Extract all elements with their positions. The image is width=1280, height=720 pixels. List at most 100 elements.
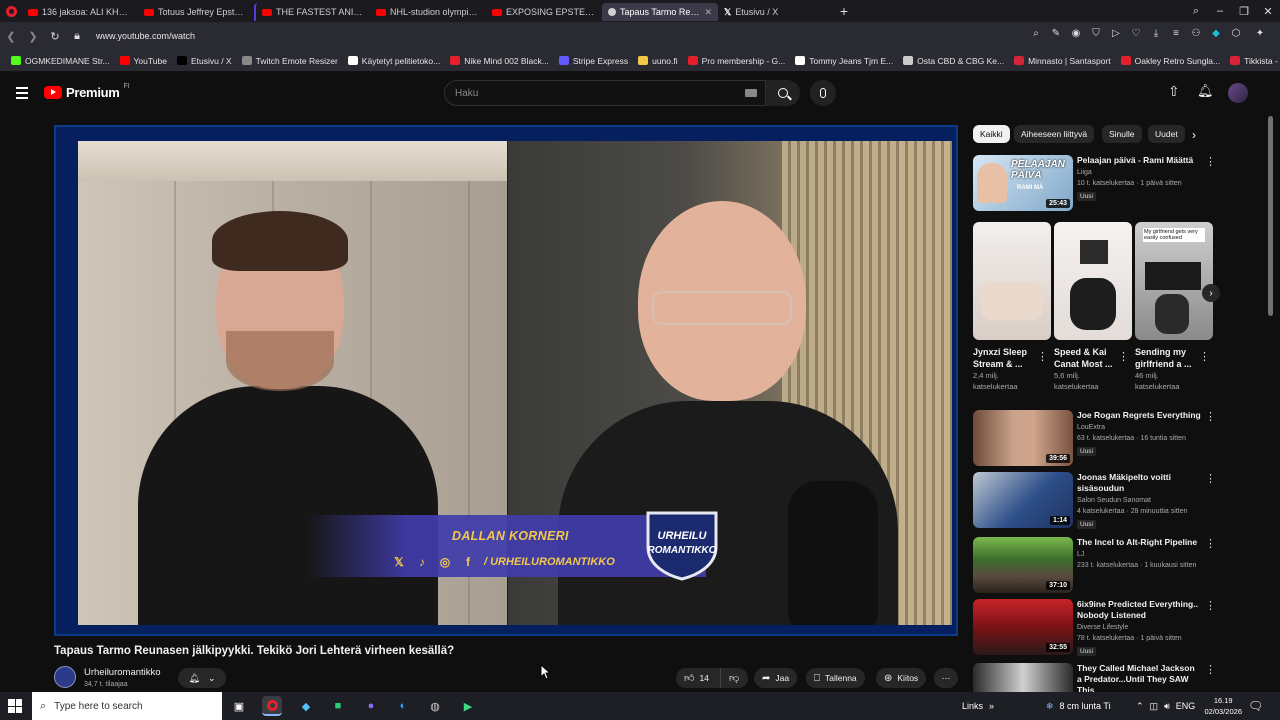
- recommendation-channel[interactable]: Salon Seudun Sanomat: [1077, 497, 1151, 504]
- language-indicator[interactable]: ENG: [1176, 701, 1196, 711]
- menu-icon[interactable]: ≡: [1170, 28, 1182, 42]
- person-icon[interactable]: ⚇: [1190, 28, 1202, 42]
- chevron-up-icon[interactable]: ⌃: [1136, 701, 1144, 712]
- like-button[interactable]: 👍︎ 14: [676, 668, 720, 688]
- recommendation-item[interactable]: 39:56 Joe Rogan Regrets Everything LouEx…: [973, 408, 1221, 468]
- forward-icon[interactable]: ❯: [22, 30, 44, 43]
- channel-name[interactable]: Urheiluromantikko: [84, 667, 161, 678]
- short-thumbnail[interactable]: [1054, 222, 1132, 340]
- short-item[interactable]: Jynxzi Sleep Stream & ... 2,4 milj. kats…: [973, 222, 1051, 392]
- short-thumbnail[interactable]: [973, 222, 1051, 340]
- recommendation-title[interactable]: Joe Rogan Regrets Everything: [1077, 410, 1201, 421]
- browser-tab-active[interactable]: Tapaus Tarmo Reunai ✕: [602, 3, 718, 21]
- discord-icon[interactable]: ●: [361, 696, 381, 716]
- minimize-icon[interactable]: –: [1208, 5, 1232, 17]
- shield-icon[interactable]: ⛉: [1090, 28, 1102, 42]
- bookmark-item[interactable]: Tommy Jeans Tjm E...: [790, 56, 898, 66]
- subscribed-bell-button[interactable]: 🔔︎ ⌄: [178, 668, 226, 688]
- video-thumbnail[interactable]: 1:14: [973, 472, 1073, 528]
- play-icon[interactable]: ▷: [1110, 28, 1122, 42]
- browser-tab[interactable]: THE FASTEST ANIMATRON: [254, 3, 370, 21]
- recommendation-title[interactable]: Pelaajan päivä - Rami Määttä: [1077, 155, 1201, 166]
- bookmark-item[interactable]: Stripe Express: [554, 56, 633, 66]
- recommendation-title[interactable]: They Called Michael Jackson a Predator..…: [1077, 663, 1201, 692]
- recommendation-channel[interactable]: Diverse Lifestyle: [1077, 624, 1128, 631]
- recommendation-item[interactable]: 1:14 Joonas Mäkipelto voitti sisäsoudun …: [973, 470, 1221, 530]
- extension-icon[interactable]: ◆: [1210, 28, 1222, 42]
- bookmark-item[interactable]: Oakley Retro Sungla...: [1116, 56, 1226, 66]
- close-icon[interactable]: ✕: [704, 7, 712, 18]
- new-tab-button[interactable]: +: [834, 2, 854, 20]
- bookmark-item[interactable]: OGMKEDIMANE Str...: [6, 56, 115, 66]
- opera-taskbar-icon[interactable]: [262, 696, 282, 716]
- bookmark-item[interactable]: Twitch Emote Resizer: [237, 56, 343, 66]
- more-actions-button[interactable]: ⋯: [934, 668, 958, 688]
- browser-tab[interactable]: Totuus Jeffrey Epsteinin K: [138, 3, 254, 21]
- recommendation-title[interactable]: Joonas Mäkipelto voitti sisäsoudun: [1077, 472, 1201, 494]
- chip-new[interactable]: Uudet: [1148, 125, 1185, 143]
- hamburger-menu-icon[interactable]: [16, 87, 28, 102]
- bookmark-item[interactable]: YouTube: [115, 56, 172, 66]
- weather-widget[interactable]: ❄ 8 cm lunta Ti: [1046, 692, 1111, 720]
- app-icon[interactable]: ◆: [296, 696, 316, 716]
- recommendation-item[interactable]: 32:55 6ix9ine Predicted Everything.. Nob…: [973, 597, 1221, 657]
- bookmark-item[interactable]: Osta CBD & CBG Ke...: [898, 56, 1009, 66]
- chip-related[interactable]: Aiheeseen liittyvä: [1014, 125, 1095, 143]
- browser-tab[interactable]: NHL-studion olympiatuo: [370, 3, 486, 21]
- back-icon[interactable]: ❮: [0, 30, 22, 43]
- notification-icon[interactable]: 🗨︎: [1248, 692, 1263, 720]
- browser-tab[interactable]: 136 jaksoa: ALI KHAMENEI: [22, 3, 138, 21]
- windows-start-icon[interactable]: [8, 699, 22, 713]
- edge-icon[interactable]: ◐: [393, 696, 413, 716]
- share-button[interactable]: ➦ Jaa: [754, 668, 798, 688]
- short-item[interactable]: Speed & Kai Canat Most ... 5,6 milj. kat…: [1054, 222, 1132, 392]
- task-view-icon[interactable]: ▣: [229, 696, 249, 716]
- more-vert-icon[interactable]: ⋮: [1037, 350, 1048, 363]
- bell-icon[interactable]: 🔔︎: [1197, 83, 1214, 99]
- recommendation-channel[interactable]: LouExtra: [1077, 424, 1105, 431]
- network-icon[interactable]: ◫: [1150, 701, 1159, 712]
- more-vert-icon[interactable]: ⋮: [1205, 410, 1216, 423]
- bookmark-item[interactable]: Nike Mind 002 Black...: [445, 56, 554, 66]
- more-vert-icon[interactable]: ⋮: [1205, 663, 1216, 676]
- browser-tab[interactable]: 𝕏 Etusivu / X: [718, 3, 834, 21]
- search-button[interactable]: [766, 80, 800, 106]
- ai-icon[interactable]: ✦: [1250, 28, 1270, 42]
- maximize-icon[interactable]: ❐: [1232, 5, 1256, 18]
- close-window-icon[interactable]: ✕: [1256, 5, 1280, 18]
- avatar[interactable]: [1228, 83, 1248, 103]
- video-thumbnail[interactable]: 32:55: [973, 599, 1073, 655]
- more-vert-icon[interactable]: ⋮: [1205, 472, 1216, 485]
- video-thumbnail[interactable]: [973, 663, 1073, 692]
- recommendation-item[interactable]: They Called Michael Jackson a Predator..…: [973, 661, 1221, 692]
- more-vert-icon[interactable]: ⋮: [1205, 537, 1216, 550]
- video-player[interactable]: DALLAN KORNERI 𝕏 ♪ ◎ f / URHEILUROMANTIK…: [54, 125, 958, 636]
- search-input[interactable]: [445, 81, 725, 105]
- browser-tab[interactable]: EXPOSING EPSTEIN'S ZOR: [486, 3, 602, 21]
- video-thumbnail[interactable]: 39:56: [973, 410, 1073, 466]
- bookmark-item[interactable]: Pro membership - G...: [683, 56, 791, 66]
- video-thumbnail[interactable]: 37:10: [973, 537, 1073, 593]
- more-vert-icon[interactable]: ⋮: [1118, 350, 1129, 363]
- short-item[interactable]: My girlfriend gets very easily confused …: [1135, 222, 1213, 392]
- chevron-right-icon[interactable]: ›: [1202, 284, 1220, 302]
- heart-icon[interactable]: ♡: [1130, 28, 1142, 42]
- upload-icon[interactable]: ⇧: [1168, 83, 1180, 100]
- chevron-right-icon[interactable]: ›: [1192, 128, 1196, 142]
- recommendation-item[interactable]: 37:10 The Incel to Alt-Right Pipeline LJ…: [973, 535, 1221, 595]
- taskbar-search-input[interactable]: [54, 700, 205, 712]
- more-vert-icon[interactable]: ⋮: [1205, 155, 1216, 168]
- search-icon[interactable]: ⌕: [1184, 5, 1208, 18]
- more-vert-icon[interactable]: ⋮: [1199, 350, 1210, 363]
- bookmark-item[interactable]: Etusivu / X: [172, 56, 237, 66]
- thanks-button[interactable]: ⊛ Kiitos: [876, 668, 927, 688]
- bookmark-item[interactable]: uuno.fi: [633, 56, 683, 66]
- volume-icon[interactable]: 🔊︎: [1164, 701, 1170, 712]
- channel-avatar[interactable]: [54, 666, 76, 688]
- url-field[interactable]: www.youtube.com/watch: [96, 31, 195, 41]
- save-button[interactable]: ⎕ Tallenna: [806, 668, 865, 688]
- bookmark-item[interactable]: Tikkista - Sub Suara: [1225, 56, 1280, 66]
- chip-for-you[interactable]: Sinulle: [1102, 125, 1142, 143]
- voice-search-button[interactable]: [810, 80, 836, 106]
- video-thumbnail[interactable]: PELAAJAN PÄIVÄ RAMI MÄ 25:43: [973, 155, 1073, 211]
